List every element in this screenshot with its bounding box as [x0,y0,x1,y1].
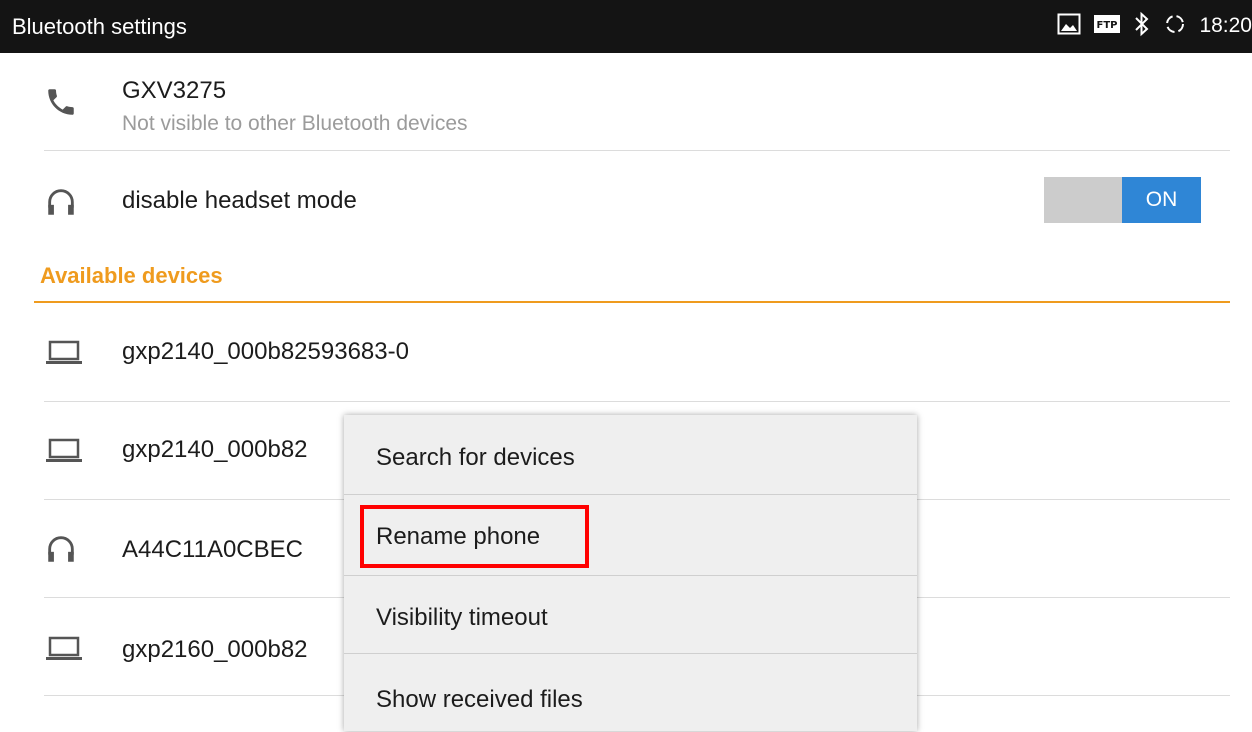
headset-mode-label: disable headset mode [122,187,357,214]
device-info-row[interactable]: GXV3275 Not visible to other Bluetooth d… [0,53,1232,150]
menu-item-show-received-files[interactable]: Show received files [344,654,917,732]
system-tray: FTP 18:20 [1057,10,1252,42]
device-name: gxp2160_000b82 [122,636,308,663]
list-item[interactable]: gxp2140_000b82593683-0 [0,304,1232,401]
sync-icon [1163,12,1187,41]
menu-item-label: Show received files [376,686,583,713]
ftp-icon: FTP [1093,14,1121,39]
status-bar: Bluetooth settings FTP 18:20 [0,0,1252,53]
bluetooth-icon [1133,11,1151,42]
clock: 18:20 [1199,14,1252,37]
laptop-icon [44,338,84,373]
laptop-icon [44,634,84,669]
headset-icon [44,185,78,224]
menu-item-label: Visibility timeout [376,604,548,631]
menu-item-visibility-timeout[interactable]: Visibility timeout [344,576,917,654]
phone-icon [44,85,78,124]
device-name: GXV3275 [122,77,227,104]
section-divider [34,301,1230,303]
overflow-menu: Search for devices Rename phone Visibili… [344,415,917,731]
device-visibility-status: Not visible to other Bluetooth devices [122,112,468,135]
headset-icon [44,532,78,571]
menu-item-search-for-devices[interactable]: Search for devices [344,415,917,493]
headset-mode-toggle[interactable]: ON [1044,177,1201,223]
toggle-on-label: ON [1122,177,1201,223]
device-name: gxp2140_000b82 [122,436,308,463]
laptop-icon [44,436,84,471]
page-title: Bluetooth settings [12,14,187,39]
menu-item-label: Search for devices [376,444,575,471]
image-icon [1057,13,1081,40]
device-name: gxp2140_000b82593683-0 [122,338,409,365]
device-name: A44C11A0CBEC [122,536,303,563]
highlight-box [360,505,589,568]
ftp-icon-label: FTP [1097,20,1118,31]
available-devices-header: Available devices [40,263,223,288]
